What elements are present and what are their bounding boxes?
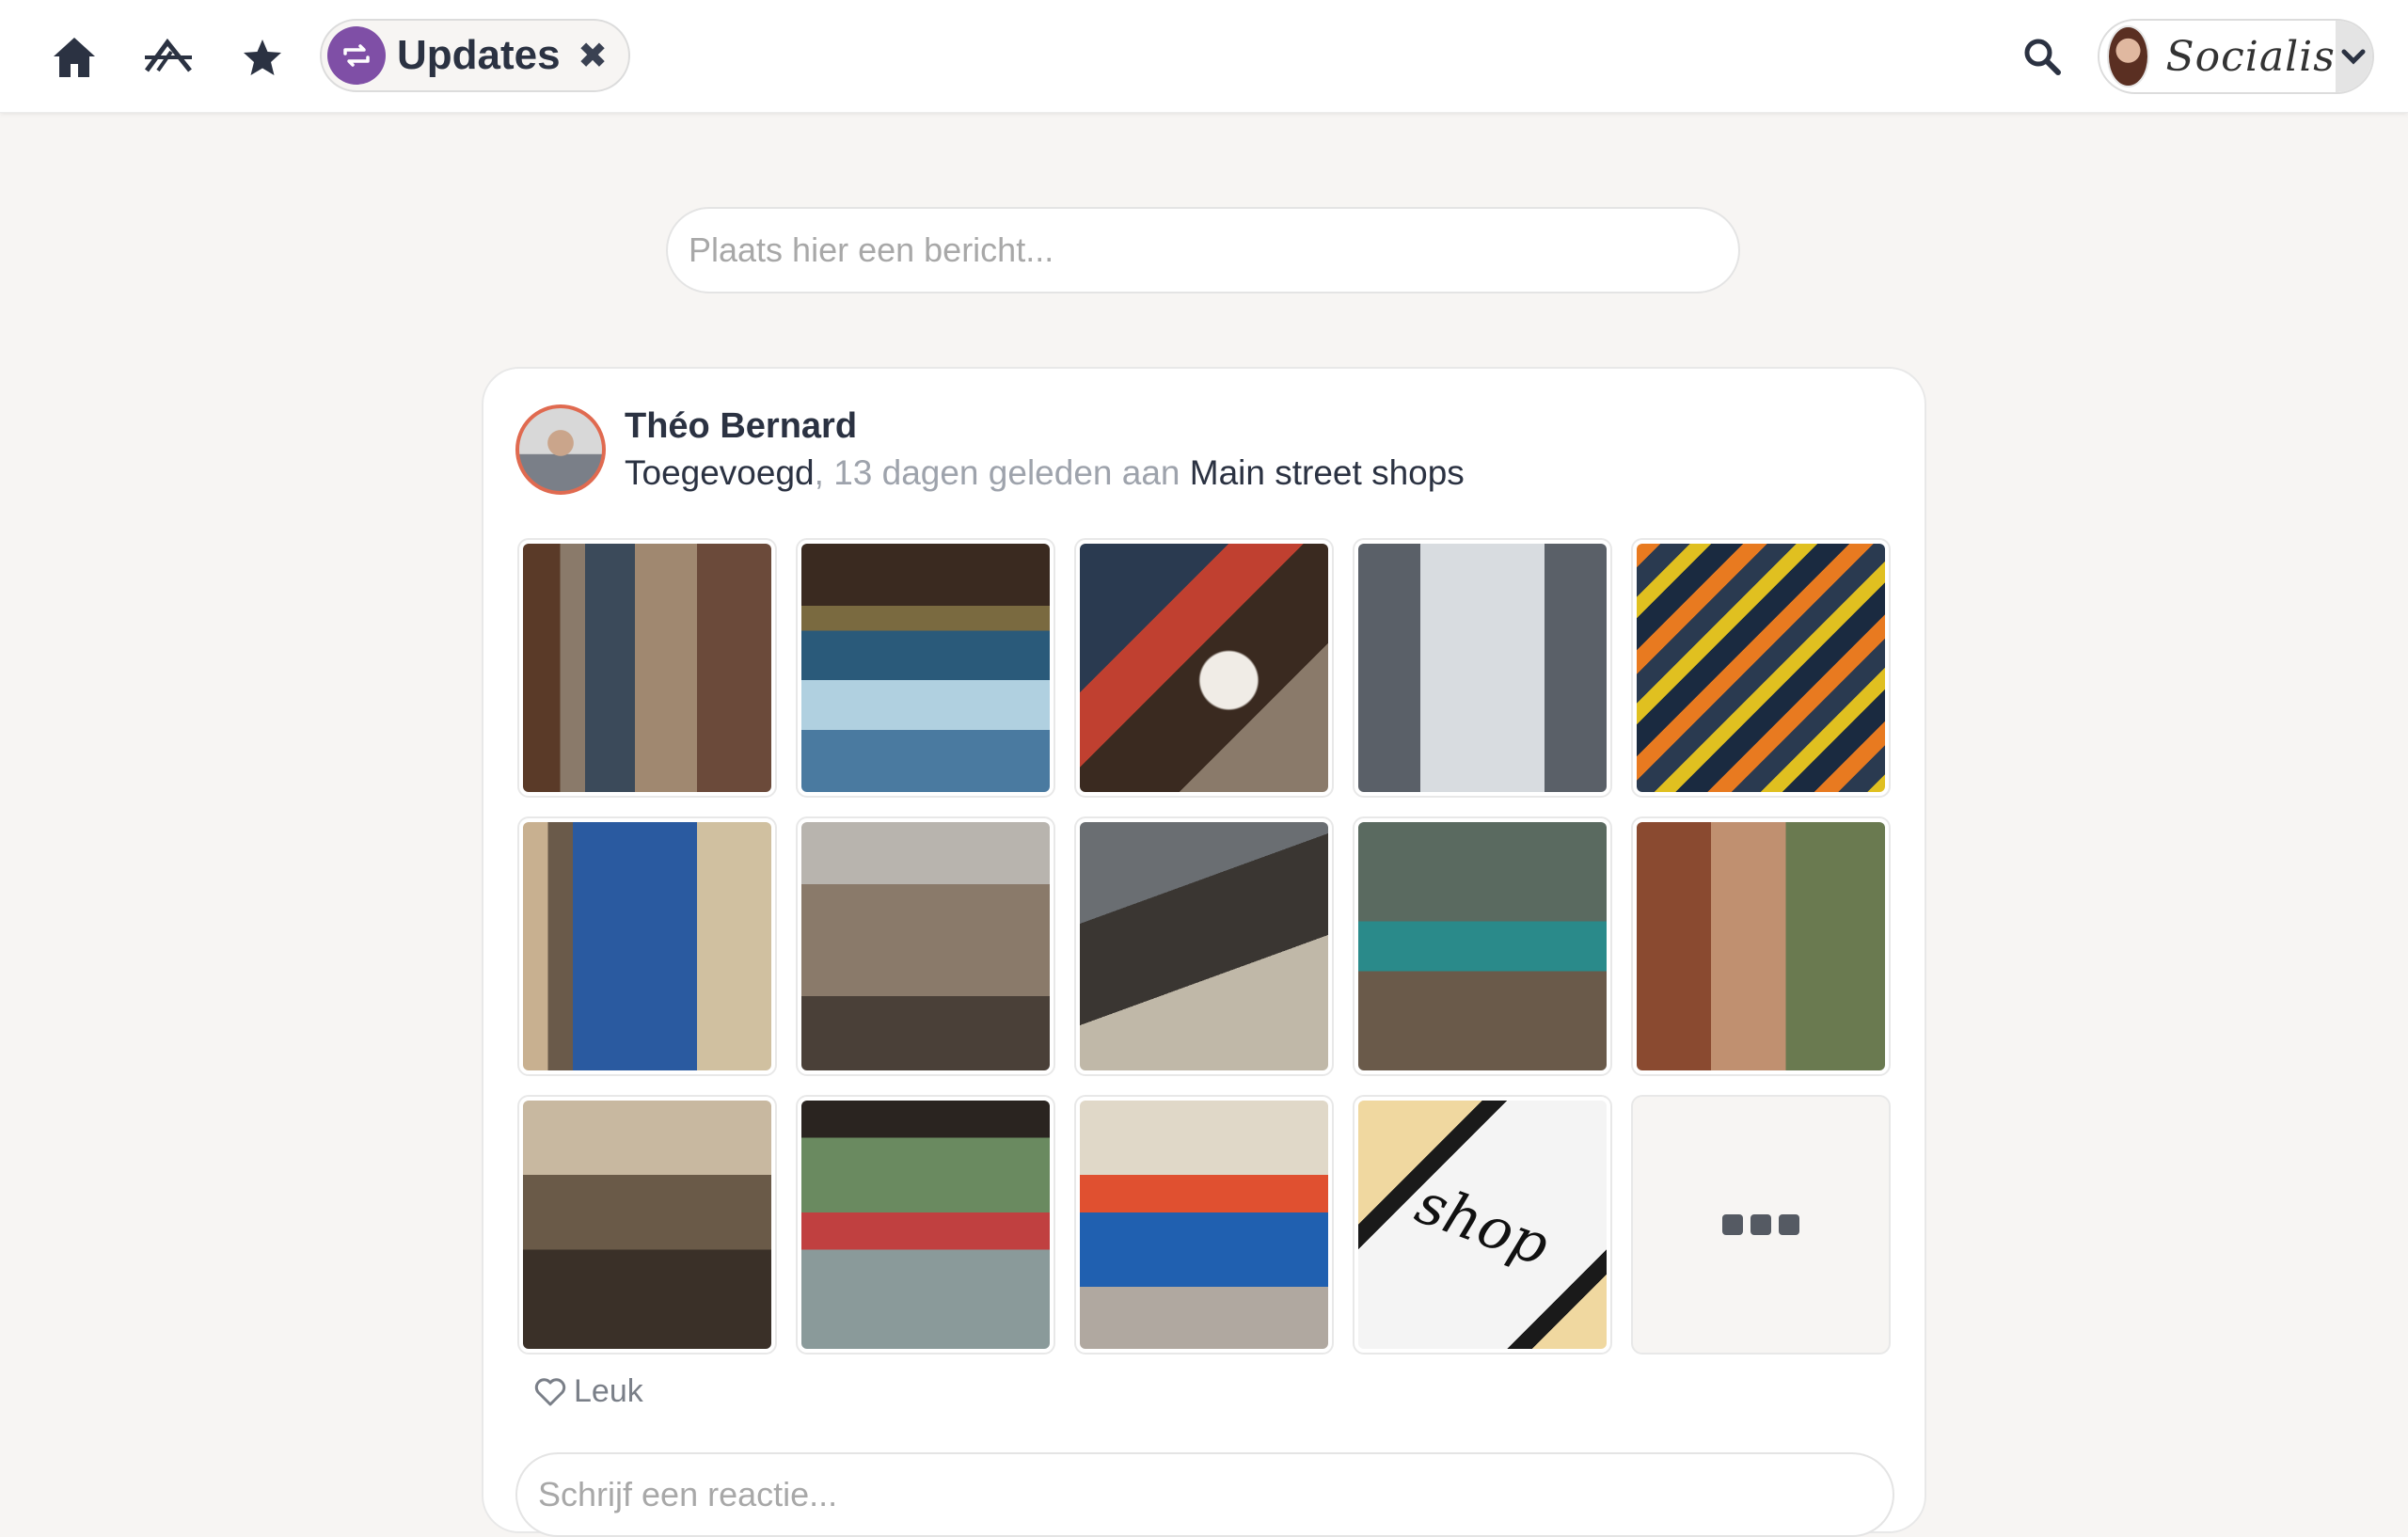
more-dot-icon [1722, 1214, 1743, 1235]
account-menu[interactable]: Socialis [2098, 19, 2374, 94]
post-action: Toegevoegd [625, 453, 815, 492]
avatar[interactable] [2107, 25, 2149, 87]
comment-box[interactable] [515, 1452, 1894, 1537]
author-avatar[interactable] [515, 404, 606, 495]
post-input[interactable] [687, 230, 1738, 271]
photo-thumbnail[interactable] [796, 1095, 1055, 1355]
post-separator: , [814, 453, 824, 492]
author-name[interactable]: Théo Bernard [625, 406, 857, 447]
brand-logo: Socialis [2165, 32, 2336, 81]
photo-thumbnail[interactable]: shop [1353, 1095, 1612, 1355]
repeat-icon [327, 26, 386, 85]
more-dot-icon [1751, 1214, 1771, 1235]
photo-text: shop [1407, 1170, 1558, 1279]
more-photos-button[interactable] [1631, 1095, 1891, 1355]
star-icon[interactable] [230, 24, 295, 90]
photo-thumbnail[interactable] [1631, 816, 1891, 1076]
chevron-down-icon[interactable] [2335, 21, 2372, 92]
more-dot-icon [1779, 1214, 1799, 1235]
photo-thumbnail[interactable] [1074, 538, 1334, 798]
updates-filter-pill[interactable]: Updates ✖ [320, 19, 630, 92]
like-label: Leuk [574, 1373, 643, 1409]
post-meta: Toegevoegd, 13 dagen geleden aan Main st… [625, 453, 1465, 493]
photo-thumbnail[interactable] [517, 816, 777, 1076]
post-target[interactable]: Main street shops [1190, 453, 1465, 492]
comment-input[interactable] [536, 1474, 1893, 1515]
heart-icon [534, 1377, 566, 1405]
photo-thumbnail[interactable] [1074, 816, 1334, 1076]
post-composer[interactable] [666, 207, 1740, 293]
photo-thumbnail[interactable] [796, 538, 1055, 798]
post-card: Théo Bernard Toegevoegd, 13 dagen gelede… [482, 367, 1926, 1537]
crop-icon[interactable] [135, 24, 201, 90]
search-icon[interactable] [2013, 24, 2071, 88]
home-icon[interactable] [41, 24, 107, 90]
like-button[interactable]: Leuk [534, 1373, 643, 1410]
top-bar: Updates ✖ Socialis [0, 0, 2408, 113]
photo-thumbnail[interactable] [1631, 538, 1891, 798]
photo-thumbnail[interactable] [796, 816, 1055, 1076]
close-icon[interactable]: ✖ [578, 35, 608, 77]
photo-thumbnail[interactable] [1353, 538, 1612, 798]
photo-thumbnail[interactable] [517, 538, 777, 798]
post-time: 13 dagen geleden aan [833, 453, 1180, 492]
updates-label: Updates [397, 32, 561, 78]
photo-thumbnail[interactable] [1074, 1095, 1334, 1355]
photo-thumbnail[interactable] [1353, 816, 1612, 1076]
photo-thumbnail[interactable] [517, 1095, 777, 1355]
photo-grid: shop [517, 538, 1891, 1355]
